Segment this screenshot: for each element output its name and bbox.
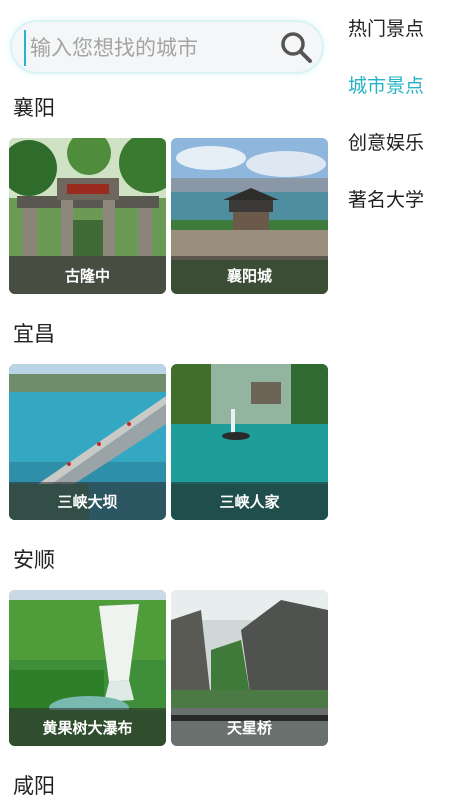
spot-label: 三峡人家 bbox=[171, 482, 328, 520]
side-nav-item-hot-spots[interactable]: 热门景点 bbox=[348, 14, 424, 41]
spot-label: 天星桥 bbox=[171, 708, 328, 746]
spot-card-huangguoshu-waterfall[interactable]: 黄果树大瀑布 bbox=[9, 590, 166, 746]
spot-label: 襄阳城 bbox=[171, 256, 328, 294]
spot-label: 黄果树大瀑布 bbox=[9, 708, 166, 746]
spot-card-three-gorges-dam[interactable]: 三峡大坝 bbox=[9, 364, 166, 520]
side-nav-item-city-spots[interactable]: 城市景点 bbox=[348, 71, 424, 98]
section-title-xiangyang: 襄阳 bbox=[13, 96, 55, 120]
search-icon bbox=[281, 32, 312, 63]
spot-card-three-gorges-family[interactable]: 三峡人家 bbox=[171, 364, 328, 520]
side-nav-item-entertainment[interactable]: 创意娱乐 bbox=[348, 128, 424, 155]
spot-card-tianxing-bridge[interactable]: 天星桥 bbox=[171, 590, 328, 746]
spot-label: 古隆中 bbox=[9, 256, 166, 294]
search-input[interactable] bbox=[24, 30, 282, 66]
spot-label: 三峡大坝 bbox=[9, 482, 166, 520]
search-button[interactable] bbox=[276, 28, 316, 66]
section-title-anshun: 安顺 bbox=[13, 548, 55, 572]
side-nav-item-universities[interactable]: 著名大学 bbox=[348, 185, 424, 212]
city-attractions-page: 热门景点 城市景点 创意娱乐 著名大学 襄阳 古隆中 bbox=[0, 0, 450, 800]
section-title-yichang: 宜昌 bbox=[13, 322, 55, 346]
section-title-xianyang: 咸阳 bbox=[13, 774, 55, 798]
search-bar bbox=[12, 22, 322, 72]
spot-card-gulongzhong[interactable]: 古隆中 bbox=[9, 138, 166, 294]
spot-card-xiangyang-city[interactable]: 襄阳城 bbox=[171, 138, 328, 294]
